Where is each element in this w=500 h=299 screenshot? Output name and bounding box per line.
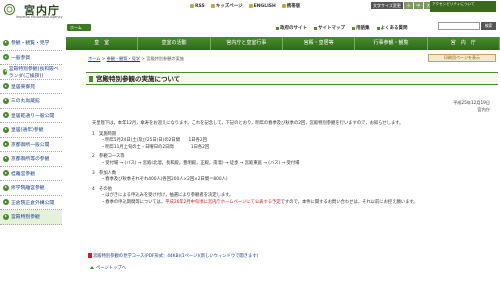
item-4-line-2: ・春季の申込期間等については，平成26年2月中旬頃に宮内庁ホームページにて公表す… <box>101 199 418 205</box>
sidebar-item-kyoto-tour[interactable]: 京都御所等の参観 <box>0 152 62 167</box>
bullet-icon <box>314 26 317 30</box>
item-2-heading: 2 参観コース等 <box>92 154 125 160</box>
sidebar-item-east-gardens[interactable]: 皇居東御苑 <box>0 80 62 94</box>
gnav-imperial-family[interactable]: 皇 室 <box>66 37 139 50</box>
arrow-right-icon <box>3 68 7 75</box>
arrow-right-icon <box>3 54 9 61</box>
arrow-right-icon <box>3 213 9 220</box>
page-title: 宮殿特別参観の実施について <box>86 72 498 85</box>
breadcrumb: ホーム > 参観・観覧・見学 > 宮殿特別参観の実施 <box>88 56 184 61</box>
article-body: 天皇陛下は，本年12月，傘寿をお迎えになります。これを記念して，下記のとおり，明… <box>92 121 492 207</box>
arrow-right-icon <box>3 170 9 177</box>
sidebar: 参観・観覧・見学 一般参賀 宮殿特別参観(長和殿ベランダ(ご挨拶)) 皇居東御苑… <box>0 36 62 299</box>
page-top-link[interactable]: ページトップへ <box>90 265 126 271</box>
sidebar-item-kyoto-open[interactable]: 京都御所一般公開 <box>0 138 62 152</box>
sidebar-item-special-tour[interactable]: 宮殿特別参観 <box>0 210 62 225</box>
arrow-up-icon <box>90 266 94 269</box>
publish-date: 平成25年12月19日 <box>453 100 490 105</box>
pdf-link[interactable]: 宮殿特別参観の見学コース(PDF形式：44KB)(1ページ)(新しいウィンドウで… <box>88 253 258 259</box>
sub-links: 政府のサイト サイトマップ 用語集 よくある質問 <box>276 25 408 31</box>
site-header: 宮内庁 Imperial Household Agency ホーム RSS キッ… <box>0 0 500 33</box>
english-link[interactable]: ENGLISH <box>248 4 276 9</box>
kids-link[interactable]: キッズページ <box>210 3 243 9</box>
text-size-label: 文字サイズ変更 <box>371 2 403 9</box>
bullet-icon <box>376 26 380 30</box>
breadcrumb-current: 宮殿特別参観の実施 <box>146 56 184 61</box>
pdf-icon <box>88 253 92 258</box>
sidebar-item-veranda[interactable]: 宮殿特別参観(長和殿ベランダ(ご挨拶)) <box>0 65 62 80</box>
accessibility-link[interactable]: アクセシビリティについて <box>430 1 496 12</box>
arrow-right-icon <box>3 112 9 119</box>
arrow-right-icon <box>3 97 9 104</box>
mobile-link[interactable]: 携帯版 <box>281 3 300 9</box>
chrysanthemum-logo-icon[interactable] <box>4 4 15 15</box>
search-input[interactable] <box>438 22 480 30</box>
faq-link[interactable]: よくある質問 <box>376 25 408 31</box>
global-nav: 皇 室 皇室の活動 宮内庁と皇室行事 宮殿・皇居等 行事参観・観覧 宮 内 庁 <box>66 37 500 50</box>
arrow-right-icon <box>3 141 9 148</box>
arrow-right-icon <box>3 199 9 206</box>
sidebar-item-new-year[interactable]: 一般参賀 <box>0 51 62 65</box>
home-button[interactable]: ホーム <box>67 24 91 31</box>
item-3-line: ・春季及び秋季それぞれ400人(各回200人×2回×2日間＝800人) <box>101 177 228 183</box>
text-size-medium[interactable]: 中 <box>413 2 423 9</box>
sitemap-link[interactable]: サイトマップ <box>314 25 345 31</box>
gnav-events[interactable]: 宮内庁と皇室行事 <box>211 37 283 50</box>
gnav-palaces[interactable]: 宮殿・皇居等 <box>283 37 356 50</box>
sidebar-item-palace-tour[interactable]: 皇居(通年)参観 <box>0 123 62 138</box>
sidebar-item-shosoin[interactable]: 正倉院正倉外構公開 <box>0 196 62 210</box>
mobile-icon <box>281 4 286 8</box>
arrow-right-icon <box>3 184 9 191</box>
sidebar-item-visits[interactable]: 参観・観覧・見学 <box>0 36 62 51</box>
gnav-activities[interactable]: 皇室の活動 <box>138 37 211 50</box>
item-1-line: ・明年11月上旬の土・日曜日の2日間 1日各2回 <box>101 144 210 150</box>
text-size-controls: 文字サイズ変更 小 中 大 <box>371 2 433 9</box>
item-2-line: ・受付場 → (バス) → 宮殿(北溜，長和殿，豊明殿，正殿，南溜) → 徒歩 … <box>101 160 300 166</box>
gov-sites-link[interactable]: 政府のサイト <box>276 25 307 31</box>
sidebar-item-shugakuin[interactable]: 修学院離宮参観 <box>0 181 62 196</box>
sidebar-item-katsura[interactable]: 桂離宮参観 <box>0 167 62 181</box>
globe-icon <box>248 4 253 8</box>
announcement-date-note: 平成26年2月中旬頃に宮内庁ホームページにて公表する予定 <box>165 199 281 205</box>
item-4-line: ・はがきによる申込みを受け付け，抽選により参観者を決定します。 <box>101 193 234 199</box>
search-button[interactable]: 検索 <box>481 22 496 30</box>
glossary-link[interactable]: 用語集 <box>352 25 370 31</box>
publisher: 宮内庁 <box>477 107 490 112</box>
gnav-agency[interactable]: 宮 内 庁 <box>428 37 500 50</box>
arrow-right-icon <box>3 83 9 90</box>
breadcrumb-visits[interactable]: 参観・観覧・見学 <box>107 56 141 61</box>
print-page-button[interactable]: 印刷用ページを表示 <box>428 54 496 62</box>
intro-text: 天皇陛下は，本年12月，傘寿をお迎えになります。これを記念して，下記のとおり，明… <box>92 121 404 126</box>
arrow-right-icon <box>3 126 9 133</box>
rss-link[interactable]: RSS <box>190 4 205 9</box>
text-size-small[interactable]: 小 <box>403 2 413 9</box>
arrow-right-icon <box>3 39 9 46</box>
item-1-line: ・明年5月24日(土)及び25日(日)の2日間 1日各2回 <box>101 138 207 144</box>
kids-icon <box>210 4 215 8</box>
site-subtitle: Imperial Household Agency <box>16 15 63 19</box>
arrow-right-icon <box>3 155 9 162</box>
sidebar-item-inui[interactable]: 皇居乾通り一般公開 <box>0 109 62 123</box>
bullet-icon <box>276 26 279 30</box>
bullet-icon <box>352 26 355 30</box>
rss-icon <box>190 4 194 8</box>
gnav-visits[interactable]: 行事参観・観覧 <box>355 37 428 50</box>
sidebar-item-sannomaru[interactable]: 三の丸尚蔵館 <box>0 94 62 109</box>
breadcrumb-home[interactable]: ホーム <box>88 56 100 61</box>
top-links: RSS キッズページ ENGLISH 携帯版 <box>190 3 300 9</box>
